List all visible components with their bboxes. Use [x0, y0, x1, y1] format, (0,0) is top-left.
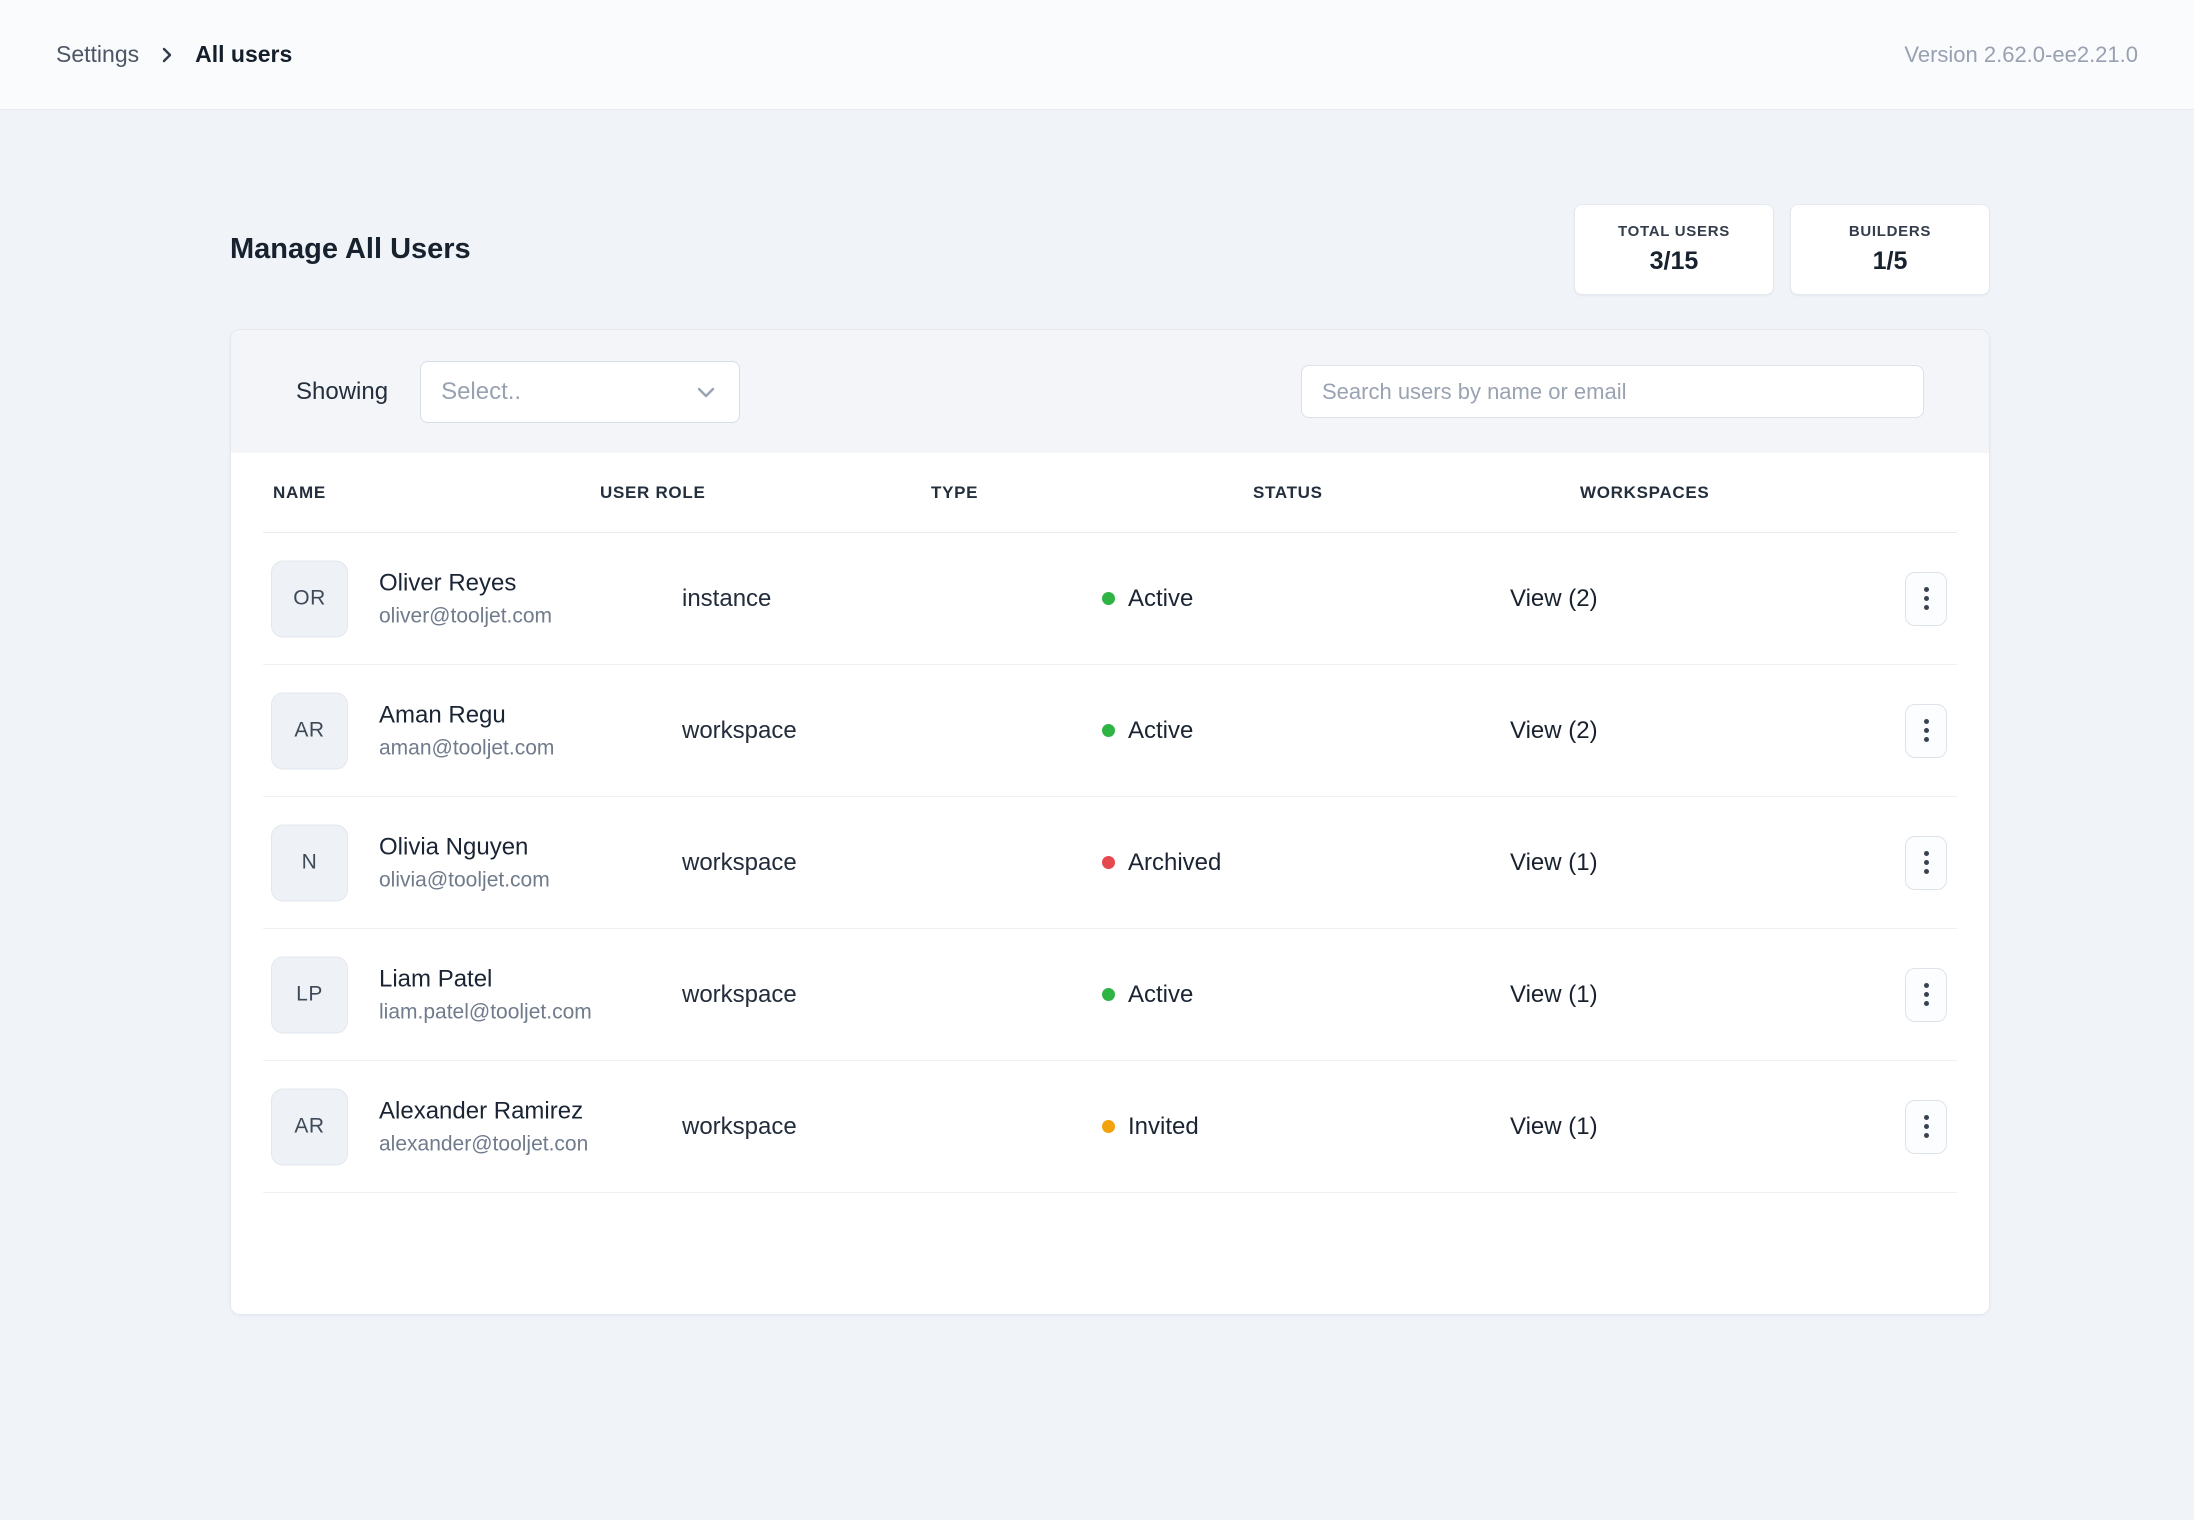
chevron-right-icon [157, 45, 177, 65]
user-email: olivia@tooljet.com [379, 868, 550, 892]
column-user-role: USER ROLE [600, 483, 705, 503]
row-menu-button[interactable] [1905, 572, 1947, 626]
kebab-icon [1924, 596, 1929, 601]
status-badge: Active [1102, 981, 1193, 1009]
status-badge: Archived [1102, 849, 1221, 877]
row-menu-button[interactable] [1905, 836, 1947, 890]
builders-label: BUILDERS [1849, 223, 1931, 240]
row-menu-button[interactable] [1905, 704, 1947, 758]
table-row: LP Liam Patel liam.patel@tooljet.com wor… [263, 929, 1957, 1061]
table-header: NAME USER ROLE TYPE STATUS WORKSPACES [263, 453, 1957, 533]
workspaces-link[interactable]: View (2) [1510, 585, 1598, 613]
user-email: aman@tooljet.com [379, 736, 554, 760]
kebab-icon [1924, 728, 1929, 733]
content-area: Manage All Users TOTAL USERS 3/15 BUILDE… [0, 204, 2194, 1315]
breadcrumb: Settings All users [56, 41, 292, 68]
row-menu-button[interactable] [1905, 968, 1947, 1022]
status-dot [1102, 856, 1115, 869]
select-placeholder: Select.. [441, 378, 521, 406]
avatar: LP [271, 956, 348, 1033]
search-input[interactable] [1301, 365, 1924, 418]
table-row: AR Alexander Ramirez alexander@tooljet.c… [263, 1061, 1957, 1193]
user-role: workspace [682, 849, 797, 877]
user-name: Liam Patel [379, 965, 592, 993]
user-name: Alexander Ramirez [379, 1097, 588, 1125]
workspaces-link[interactable]: View (1) [1510, 1113, 1598, 1141]
user-name: Oliver Reyes [379, 569, 552, 597]
status-badge: Active [1102, 585, 1193, 613]
kebab-icon [1924, 992, 1929, 997]
breadcrumb-settings[interactable]: Settings [56, 41, 139, 68]
column-name: NAME [273, 483, 326, 503]
stats-cards: TOTAL USERS 3/15 BUILDERS 1/5 [1574, 204, 1990, 295]
user-role: workspace [682, 1113, 797, 1141]
builders-card: BUILDERS 1/5 [1790, 204, 1990, 295]
table-row: N Olivia Nguyen olivia@tooljet.com works… [263, 797, 1957, 929]
breadcrumb-all-users: All users [195, 41, 292, 68]
user-name: Olivia Nguyen [379, 833, 550, 861]
status-label: Active [1128, 717, 1193, 745]
total-users-label: TOTAL USERS [1618, 223, 1730, 240]
status-filter-select[interactable]: Select.. [420, 361, 740, 423]
user-role: instance [682, 585, 771, 613]
workspaces-link[interactable]: View (1) [1510, 981, 1598, 1009]
status-badge: Invited [1102, 1113, 1199, 1141]
workspaces-link[interactable]: View (1) [1510, 849, 1598, 877]
kebab-icon [1924, 1124, 1929, 1129]
status-dot [1102, 988, 1115, 1001]
column-status: STATUS [1253, 483, 1323, 503]
users-table: NAME USER ROLE TYPE STATUS WORKSPACES OR… [231, 453, 1989, 1315]
table-row: AR Aman Regu aman@tooljet.com workspace … [263, 665, 1957, 797]
avatar: AR [271, 1088, 348, 1165]
status-label: Active [1128, 981, 1193, 1009]
column-type: TYPE [931, 483, 978, 503]
status-label: Archived [1128, 849, 1221, 877]
page-title: Manage All Users [230, 233, 471, 266]
filter-bar: Showing Select.. [231, 330, 1989, 453]
status-label: Invited [1128, 1113, 1199, 1141]
table-row: OR Oliver Reyes oliver@tooljet.com insta… [263, 533, 1957, 665]
user-email: oliver@tooljet.com [379, 604, 552, 628]
showing-label: Showing [296, 378, 388, 406]
total-users-value: 3/15 [1650, 247, 1699, 276]
user-role: workspace [682, 981, 797, 1009]
top-bar: Settings All users Version 2.62.0-ee2.21… [0, 0, 2194, 110]
status-dot [1102, 1120, 1115, 1133]
status-dot [1102, 724, 1115, 737]
avatar: AR [271, 692, 348, 769]
status-label: Active [1128, 585, 1193, 613]
version-label: Version 2.62.0-ee2.21.0 [1904, 42, 2138, 68]
column-workspaces: WORKSPACES [1580, 483, 1709, 503]
chevron-down-icon [693, 379, 719, 405]
row-menu-button[interactable] [1905, 1100, 1947, 1154]
user-email: alexander@tooljet.con [379, 1132, 588, 1156]
status-badge: Active [1102, 717, 1193, 745]
avatar: OR [271, 560, 348, 637]
users-card: Showing Select.. NAME USER ROLE TYPE [230, 329, 1990, 1315]
user-role: workspace [682, 717, 797, 745]
user-name: Aman Regu [379, 701, 554, 729]
total-users-card: TOTAL USERS 3/15 [1574, 204, 1774, 295]
status-dot [1102, 592, 1115, 605]
avatar: N [271, 824, 348, 901]
kebab-icon [1924, 860, 1929, 865]
workspaces-link[interactable]: View (2) [1510, 717, 1598, 745]
builders-value: 1/5 [1873, 247, 1908, 276]
user-email: liam.patel@tooljet.com [379, 1000, 592, 1024]
